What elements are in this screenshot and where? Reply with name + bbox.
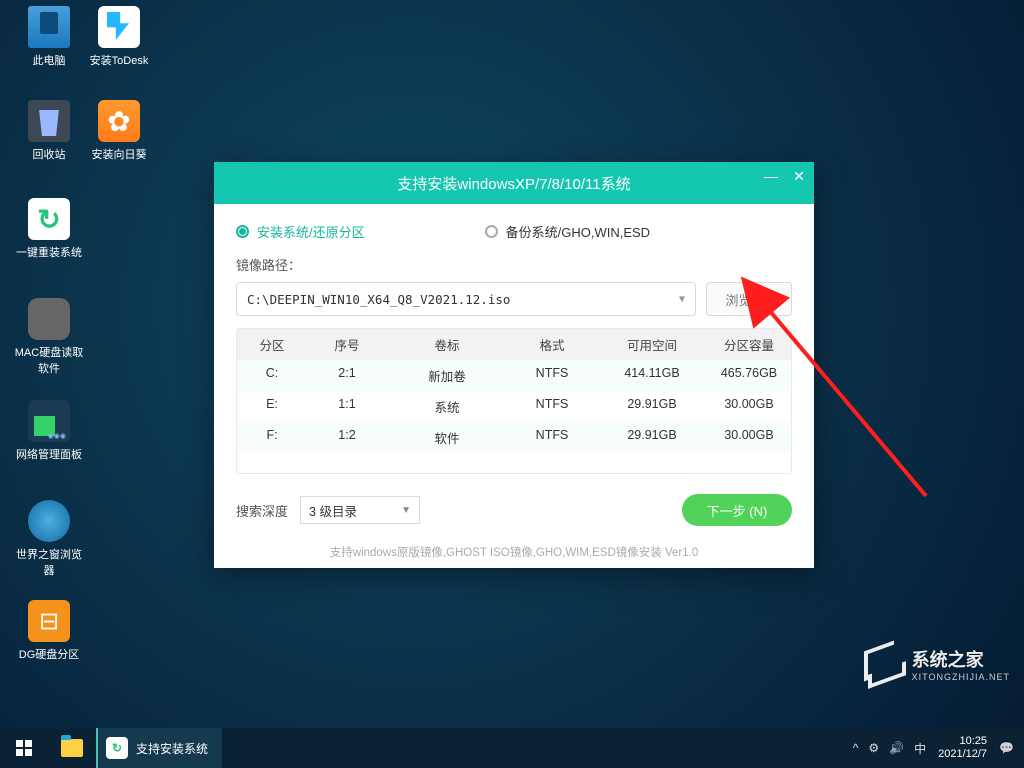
col-partition: 分区: [237, 329, 307, 360]
trash-icon: [28, 100, 70, 142]
image-path-input[interactable]: C:\DEEPIN_WIN10_X64_Q8_V2021.12.iso ▼: [236, 282, 696, 316]
windows-icon: [16, 740, 32, 756]
cell-size: 30.00GB: [707, 422, 791, 453]
desktop-icon-one-key-reinstall[interactable]: 一键重装系统: [14, 198, 84, 260]
installer-dialog: 支持安装windowsXP/7/8/10/11系统 — ✕ 安装系统/还原分区 …: [214, 162, 814, 568]
browse-button[interactable]: 浏览 (B): [706, 282, 792, 316]
radio-label: 备份系统/GHO,WIN,ESD: [506, 222, 650, 241]
cell-free: 414.11GB: [597, 360, 707, 391]
cell-free: 29.91GB: [597, 422, 707, 453]
volume-icon[interactable]: 🔊: [889, 741, 904, 755]
clock-date: 2021/12/7: [938, 748, 987, 761]
watermark-brand: 系统之家: [912, 650, 984, 670]
cell-serial: 1:1: [307, 391, 387, 422]
cell-serial: 1:2: [307, 422, 387, 453]
close-button[interactable]: ✕: [792, 170, 806, 184]
chevron-up-icon[interactable]: ^: [853, 741, 859, 755]
search-depth-label: 搜索深度: [236, 501, 288, 520]
clock-time: 10:25: [938, 735, 987, 748]
label: DG硬盘分区: [19, 649, 80, 661]
watermark: 系统之家 XITONGZHIJIA.NET: [862, 646, 1010, 682]
folder-icon: [61, 739, 83, 757]
desktop-icon-mac-disk-reader[interactable]: MAC硬盘读取软件: [14, 298, 84, 376]
chevron-down-icon: ▼: [401, 505, 411, 516]
notifications-icon[interactable]: 💬: [999, 741, 1014, 755]
cell-format: NTFS: [507, 360, 597, 391]
partition-icon: [28, 600, 70, 642]
col-size: 分区容量: [707, 329, 791, 360]
todesk-icon: [98, 6, 140, 48]
desktop-icon-world-browser[interactable]: 世界之窗浏览器: [14, 500, 84, 578]
cell-label: 新加卷: [387, 360, 507, 391]
taskbar-app-installer[interactable]: ↻ 支持安装系统: [96, 728, 222, 768]
label: 回收站: [33, 149, 66, 161]
taskbar-clock[interactable]: 10:25 2021/12/7: [938, 735, 987, 761]
cell-format: NTFS: [507, 391, 597, 422]
network-icon[interactable]: ⚙: [868, 741, 879, 755]
chevron-down-icon: ▼: [679, 294, 685, 305]
col-free: 可用空间: [597, 329, 707, 360]
radio-label: 安装系统/还原分区: [257, 222, 365, 241]
cell-free: 29.91GB: [597, 391, 707, 422]
label: 世界之窗浏览器: [16, 549, 82, 577]
reinstall-icon: [28, 198, 70, 240]
radio-dot-icon: [485, 225, 498, 238]
system-tray[interactable]: ^ ⚙ 🔊 中: [853, 740, 926, 757]
col-serial: 序号: [307, 329, 387, 360]
taskbar-app-title: 支持安装系统: [136, 740, 208, 757]
cell-partition: C:: [237, 360, 307, 391]
cell-size: 30.00GB: [707, 391, 791, 422]
desktop-icon-this-pc[interactable]: 此电脑: [14, 6, 84, 68]
globe-icon: [28, 500, 70, 542]
sunflower-icon: [98, 100, 140, 142]
radio-dot-icon: [236, 225, 249, 238]
minimize-button[interactable]: —: [764, 170, 778, 184]
cell-size: 465.76GB: [707, 360, 791, 391]
radio-backup-system[interactable]: 备份系统/GHO,WIN,ESD: [485, 222, 650, 241]
desktop-icon-dg-partition[interactable]: DG硬盘分区: [14, 600, 84, 662]
label: 一键重装系统: [16, 247, 82, 259]
desktop-icon-install-sunflower[interactable]: 安装向日葵: [84, 100, 154, 162]
image-path-value: C:\DEEPIN_WIN10_X64_Q8_V2021.12.iso: [247, 292, 510, 307]
network-panel-icon: [28, 400, 70, 442]
watermark-sub: XITONGZHIJIA.NET: [912, 672, 1010, 682]
col-label: 卷标: [387, 329, 507, 360]
table-row[interactable]: C:2:1新加卷NTFS414.11GB465.76GB: [237, 360, 791, 391]
desktop-icon-network-panel[interactable]: 网络管理面板: [14, 400, 84, 462]
cell-partition: E:: [237, 391, 307, 422]
label: 安装ToDesk: [90, 55, 149, 67]
partition-table: 分区 序号 卷标 格式 可用空间 分区容量 C:2:1新加卷NTFS414.11…: [236, 328, 792, 474]
label: 安装向日葵: [92, 149, 147, 161]
cell-serial: 2:1: [307, 360, 387, 391]
search-depth-select[interactable]: 3 级目录 ▼: [300, 496, 420, 524]
radio-install-restore[interactable]: 安装系统/还原分区: [236, 222, 365, 241]
taskbar: ↻ 支持安装系统 ^ ⚙ 🔊 中 10:25 2021/12/7 💬: [0, 728, 1024, 768]
label: 网络管理面板: [16, 449, 82, 461]
dialog-titlebar[interactable]: 支持安装windowsXP/7/8/10/11系统 — ✕: [214, 162, 814, 204]
start-button[interactable]: [0, 728, 48, 768]
next-button[interactable]: 下一步 (N): [682, 494, 792, 526]
image-path-label: 镜像路径：: [236, 255, 792, 274]
cell-label: 软件: [387, 422, 507, 453]
cell-format: NTFS: [507, 422, 597, 453]
dialog-footer-text: 支持windows原版镜像,GHOST ISO镜像,GHO,WIM,ESD镜像安…: [236, 544, 792, 560]
table-row[interactable]: E:1:1系统NTFS29.91GB30.00GB: [237, 391, 791, 422]
app-icon: ↻: [106, 737, 128, 759]
monitor-icon: [28, 6, 70, 48]
house-icon: [862, 646, 904, 682]
cell-partition: F:: [237, 422, 307, 453]
ime-icon[interactable]: 中: [914, 740, 926, 757]
taskbar-file-explorer[interactable]: [48, 728, 96, 768]
search-depth-value: 3 级目录: [309, 501, 357, 520]
apple-icon: [28, 298, 70, 340]
desktop-icon-install-todesk[interactable]: 安装ToDesk: [84, 6, 154, 68]
col-format: 格式: [507, 329, 597, 360]
cell-label: 系统: [387, 391, 507, 422]
label: MAC硬盘读取软件: [15, 347, 83, 375]
dialog-title-text: 支持安装windowsXP/7/8/10/11系统: [397, 173, 630, 194]
table-row[interactable]: F:1:2软件NTFS29.91GB30.00GB: [237, 422, 791, 453]
label: 此电脑: [33, 55, 66, 67]
desktop-icon-recycle-bin[interactable]: 回收站: [14, 100, 84, 162]
